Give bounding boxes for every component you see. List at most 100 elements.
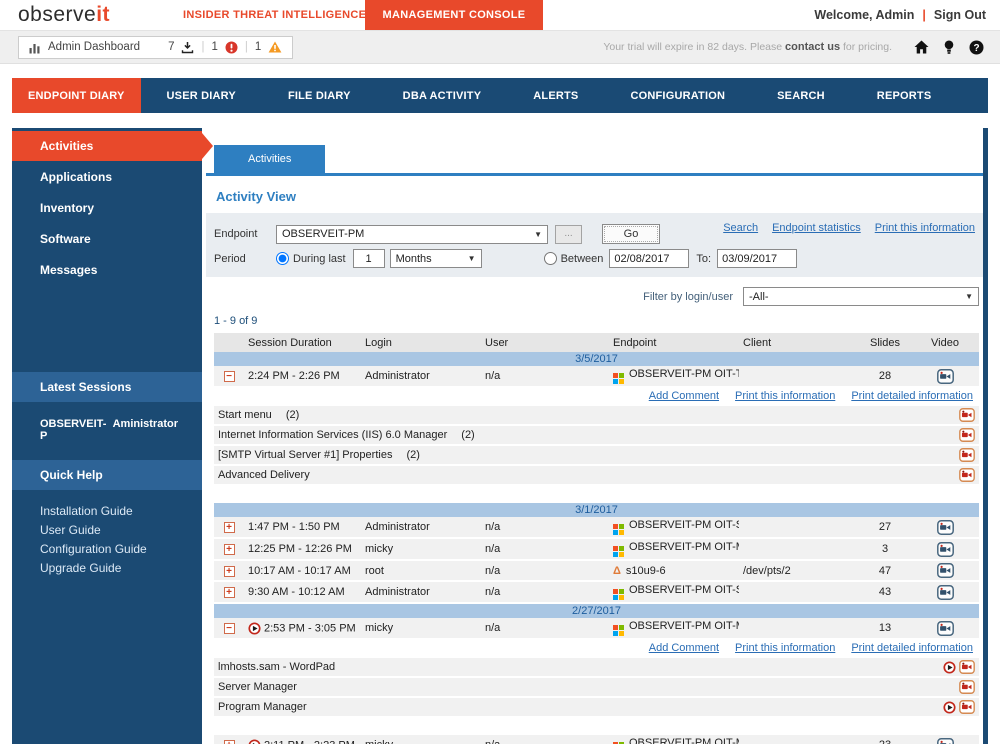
error-count[interactable]: 1 [211, 41, 217, 53]
tab-activities[interactable]: Activities [214, 145, 325, 173]
nav-dba-activity[interactable]: DBA ACTIVITY [377, 78, 508, 113]
video-icon[interactable] [937, 563, 954, 578]
header-divider: | [922, 8, 926, 22]
video-icon[interactable] [937, 369, 954, 384]
sign-out-link[interactable]: Sign Out [934, 8, 986, 22]
session-duration: 9:30 AM - 10:12 AM [248, 586, 345, 598]
dashboard-link[interactable]: Admin Dashboard [48, 41, 140, 53]
dashboard-chip: Admin Dashboard 7 | 1 | 1 [18, 36, 293, 59]
application-row: Program Manager [214, 698, 979, 718]
link-add-comment[interactable]: Add Comment [649, 642, 719, 654]
home-icon[interactable] [914, 40, 929, 54]
video-icon[interactable] [959, 428, 975, 442]
nav-alerts[interactable]: ALERTS [507, 78, 604, 113]
period-label: Period [214, 253, 276, 265]
link-print-this-information[interactable]: Print this information [875, 222, 975, 234]
video-icon[interactable] [959, 448, 975, 462]
error-icon[interactable] [225, 41, 238, 54]
expand-icon[interactable]: + [224, 522, 235, 533]
warning-count[interactable]: 1 [255, 41, 261, 53]
nav-search[interactable]: SEARCH [751, 78, 851, 113]
session-user: n/a [481, 735, 609, 744]
session-endpoint: OBSERVEIT-PM OIT-MICKY [629, 541, 739, 553]
collapse-icon[interactable]: − [224, 623, 235, 634]
windows-icon [613, 373, 624, 384]
spacer-row [214, 486, 979, 503]
expand-icon[interactable]: + [224, 566, 235, 577]
collapse-icon[interactable]: − [224, 371, 235, 382]
export-count[interactable]: 7 [168, 41, 174, 53]
link-print-this-information[interactable]: Print this information [735, 642, 835, 654]
between-radio[interactable] [544, 252, 557, 265]
nav-user-diary[interactable]: USER DIARY [141, 78, 262, 113]
expand-icon[interactable]: + [224, 544, 235, 555]
management-console-tab[interactable]: MANAGEMENT CONSOLE [365, 0, 543, 30]
sidebar-item-applications[interactable]: Applications [12, 162, 202, 192]
expand-icon[interactable]: + [224, 587, 235, 598]
nav-configuration[interactable]: CONFIGURATION [604, 78, 751, 113]
video-icon[interactable] [959, 408, 975, 422]
during-last-radio[interactable] [276, 252, 289, 265]
date-label: 3/1/2017 [214, 503, 979, 517]
go-button[interactable]: Go [602, 224, 660, 244]
tab-row: Activities [206, 145, 983, 176]
link-search[interactable]: Search [723, 222, 758, 234]
bar-chart-icon [29, 41, 41, 54]
during-last-label: During last [293, 253, 346, 265]
session-duration: 2:53 PM - 3:05 PM [264, 622, 356, 634]
warning-icon[interactable] [268, 41, 282, 53]
expand-icon[interactable]: + [224, 740, 235, 744]
welcome-text: Welcome, Admin [814, 8, 914, 22]
windows-icon [613, 524, 624, 535]
play-icon[interactable] [943, 661, 956, 674]
filter-user-select[interactable]: -All-▼ [743, 287, 979, 306]
video-icon[interactable] [937, 621, 954, 636]
application-name: Server Manager [218, 681, 297, 693]
help-link-installation-guide[interactable]: Installation Guide [40, 502, 174, 521]
play-icon[interactable] [248, 622, 261, 635]
play-icon[interactable] [248, 739, 261, 744]
download-icon[interactable] [181, 41, 194, 54]
quick-help-header: Quick Help [12, 460, 202, 490]
help-link-upgrade-guide[interactable]: Upgrade Guide [40, 559, 174, 578]
video-icon[interactable] [959, 660, 975, 674]
windows-icon [613, 589, 624, 600]
endpoint-label: Endpoint [214, 228, 276, 240]
lightbulb-icon[interactable] [944, 40, 954, 55]
video-icon[interactable] [959, 700, 975, 714]
nav-file-diary[interactable]: FILE DIARY [262, 78, 377, 113]
session-login: Administrator [361, 582, 481, 604]
application-name: [SMTP Virtual Server #1] Properties [218, 449, 392, 461]
video-icon[interactable] [959, 468, 975, 482]
link-add-comment[interactable]: Add Comment [649, 390, 719, 402]
endpoint-select[interactable]: OBSERVEIT-PM▼ [276, 225, 548, 244]
help-link-configuration-guide[interactable]: Configuration Guide [40, 540, 174, 559]
sidebar-item-software[interactable]: Software [12, 224, 202, 254]
sidebar-item-messages[interactable]: Messages [12, 255, 202, 285]
link-print-this-information[interactable]: Print this information [735, 390, 835, 402]
video-icon[interactable] [937, 585, 954, 600]
nav-endpoint-diary[interactable]: ENDPOINT DIARY [12, 78, 141, 113]
link-print-detailed-information[interactable]: Print detailed information [851, 390, 973, 402]
video-icon[interactable] [937, 542, 954, 557]
sidebar-item-inventory[interactable]: Inventory [12, 193, 202, 223]
from-date-input[interactable] [609, 249, 689, 268]
sidebar-item-activities[interactable]: Activities [12, 131, 202, 161]
sidebar-menu: ActivitiesApplicationsInventorySoftwareM… [12, 128, 202, 372]
latest-session-item[interactable]: OBSERVEIT-P Aministrator [12, 402, 202, 460]
nav-reports[interactable]: REPORTS [851, 78, 958, 113]
contact-us-link[interactable]: contact us [785, 41, 840, 53]
period-unit-select[interactable]: Months▼ [390, 249, 482, 268]
video-icon[interactable] [937, 738, 954, 744]
video-icon[interactable] [937, 520, 954, 535]
column-video: Video [911, 333, 979, 352]
browse-button[interactable]: ... [555, 225, 582, 244]
during-value-input[interactable] [353, 249, 385, 268]
link-endpoint-statistics[interactable]: Endpoint statistics [772, 222, 861, 234]
to-date-input[interactable] [717, 249, 797, 268]
help-icon[interactable]: ? [969, 40, 984, 55]
link-print-detailed-information[interactable]: Print detailed information [851, 642, 973, 654]
video-icon[interactable] [959, 680, 975, 694]
play-icon[interactable] [943, 701, 956, 714]
help-link-user-guide[interactable]: User Guide [40, 521, 174, 540]
